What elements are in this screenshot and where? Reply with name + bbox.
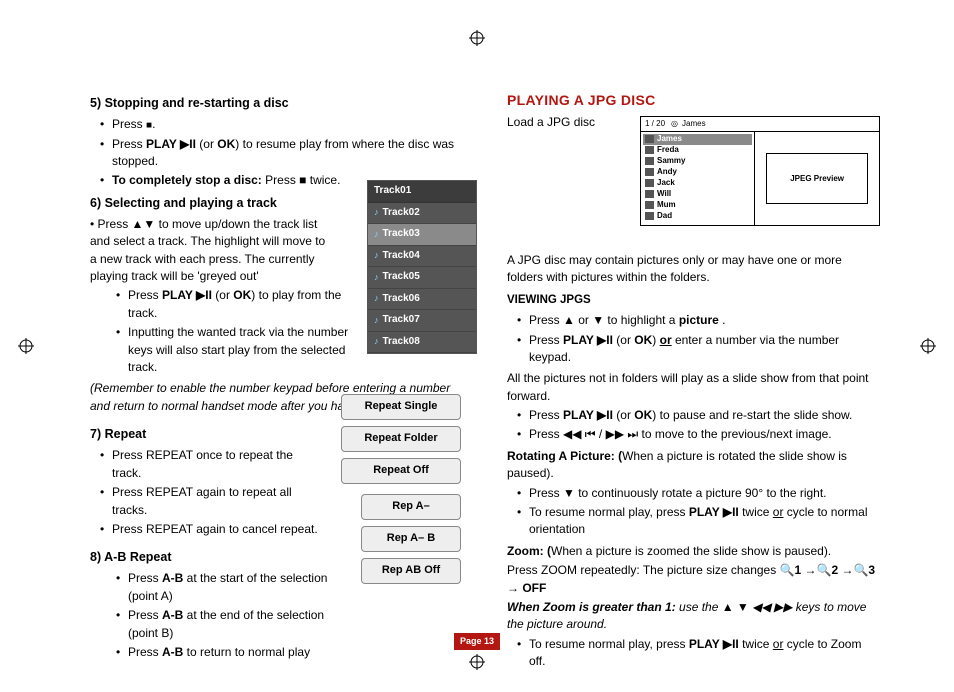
heading-jpg-disc: PLAYING A JPG DISC xyxy=(507,90,880,110)
jpg-item: Mum xyxy=(643,200,752,211)
track-row: ♪Track02 xyxy=(368,203,476,225)
s7-bullet-1: Press REPEAT once to repeat the track. xyxy=(100,447,320,482)
jpg-counter: 1 / 20 xyxy=(645,118,665,130)
view-forward: All the pictures not in folders will pla… xyxy=(507,370,880,405)
track-row-selected: ♪Track03 xyxy=(368,224,476,246)
jpg-item: Freda xyxy=(643,145,752,156)
jpg-preview-pane: JPEG Preview xyxy=(755,132,879,226)
s8-bullet-3: Press A-B to return to normal play xyxy=(116,644,350,661)
rotating-heading: Rotating A Picture: (When a picture is r… xyxy=(507,448,880,483)
jpg-current: James xyxy=(682,118,706,130)
view-bullet-1: Press ▲ or ▼ to highlight a picture . xyxy=(517,312,880,329)
jpg-item: Dad xyxy=(643,211,752,222)
zoom-heading: Zoom: (When a picture is zoomed the slid… xyxy=(507,543,880,560)
s8-bullet-1: Press A-B at the start of the selection … xyxy=(116,570,350,605)
track-list-illustration: Track01 ♪Track02 ♪Track03 ♪Track04 ♪Trac… xyxy=(367,180,477,354)
view-bullet-4: Press ◀◀ ⏮ / ▶▶ ⏭ to move to the previou… xyxy=(517,426,880,443)
repeat-pills: Repeat Single Repeat Folder Repeat Off xyxy=(341,394,461,490)
heading-viewing-jpgs: VIEWING JPGS xyxy=(507,292,880,309)
track-row: ♪Track05 xyxy=(368,267,476,289)
s5-bullet-2: Press PLAY ▶II (or OK) to resume play fr… xyxy=(100,136,463,171)
track-row: ♪Track08 xyxy=(368,332,476,354)
s5-bullet-1: Press ■. xyxy=(100,116,463,134)
track-header: Track01 xyxy=(368,181,476,203)
view-bullet-3: Press PLAY ▶II (or OK) to pause and re-s… xyxy=(517,407,880,424)
pill-repeat-single: Repeat Single xyxy=(341,394,461,420)
pill-repeat-folder: Repeat Folder xyxy=(341,426,461,452)
registration-mark-top xyxy=(469,30,485,46)
pill-rep-ab: Rep A– B xyxy=(361,526,461,552)
jpg-item: Jack xyxy=(643,178,752,189)
track-row: ♪Track04 xyxy=(368,246,476,268)
heading-stopping: 5) Stopping and re-starting a disc xyxy=(90,94,463,112)
right-column: PLAYING A JPG DISC Load a JPG disc 1 / 2… xyxy=(499,90,880,675)
pill-rep-ab-off: Rep AB Off xyxy=(361,558,461,584)
registration-mark-right xyxy=(920,338,936,354)
jpg-browser-illustration: 1 / 20 ◎ James James Freda Sammy Andy Ja… xyxy=(640,116,880,226)
pill-repeat-off: Repeat Off xyxy=(341,458,461,484)
s8-bullet-2: Press A-B at the end of the selection (p… xyxy=(116,607,350,642)
zoom-greater: When Zoom is greater than 1: use the ▲ ▼… xyxy=(507,599,880,634)
jpg-item: Will xyxy=(643,189,752,200)
track-row: ♪Track07 xyxy=(368,310,476,332)
s6-para: • Press ▲▼ to move up/down the track lis… xyxy=(90,216,330,286)
ab-pills: Rep A– Rep A– B Rep AB Off xyxy=(361,494,461,590)
view-bullet-2: Press PLAY ▶II (or OK) or enter a number… xyxy=(517,332,880,367)
jpg-item: Andy xyxy=(643,167,752,178)
jpg-preview-label: JPEG Preview xyxy=(766,153,867,205)
jpg-item-selected: James xyxy=(643,134,752,145)
page-number-badge: Page 13 xyxy=(454,633,500,650)
jpg-intro: A JPG disc may contain pictures only or … xyxy=(507,252,880,287)
registration-mark-left xyxy=(18,338,34,354)
zoom-bullet-end: To resume normal play, press PLAY ▶II tw… xyxy=(517,636,880,671)
left-column: 5) Stopping and re-starting a disc Press… xyxy=(90,90,471,675)
zoom-sequence: Press ZOOM repeatedly: The picture size … xyxy=(507,562,880,597)
rot-bullet-1: Press ▼ to continuously rotate a picture… xyxy=(517,485,880,502)
s6-bullet-1: Press PLAY ▶II (or OK) to play from the … xyxy=(116,287,350,322)
s7-bullet-3: Press REPEAT again to cancel repeat. xyxy=(100,521,320,538)
track-row: ♪Track06 xyxy=(368,289,476,311)
s6-bullet-2: Inputting the wanted track via the numbe… xyxy=(116,324,350,376)
rot-bullet-2: To resume normal play, press PLAY ▶II tw… xyxy=(517,504,880,539)
jpg-item: Sammy xyxy=(643,156,752,167)
load-jpg: Load a JPG disc xyxy=(507,114,627,131)
s7-bullet-2: Press REPEAT again to repeat all tracks. xyxy=(100,484,320,519)
pill-rep-a: Rep A– xyxy=(361,494,461,520)
jpg-folder-list: James Freda Sammy Andy Jack Will Mum Dad xyxy=(641,132,755,226)
